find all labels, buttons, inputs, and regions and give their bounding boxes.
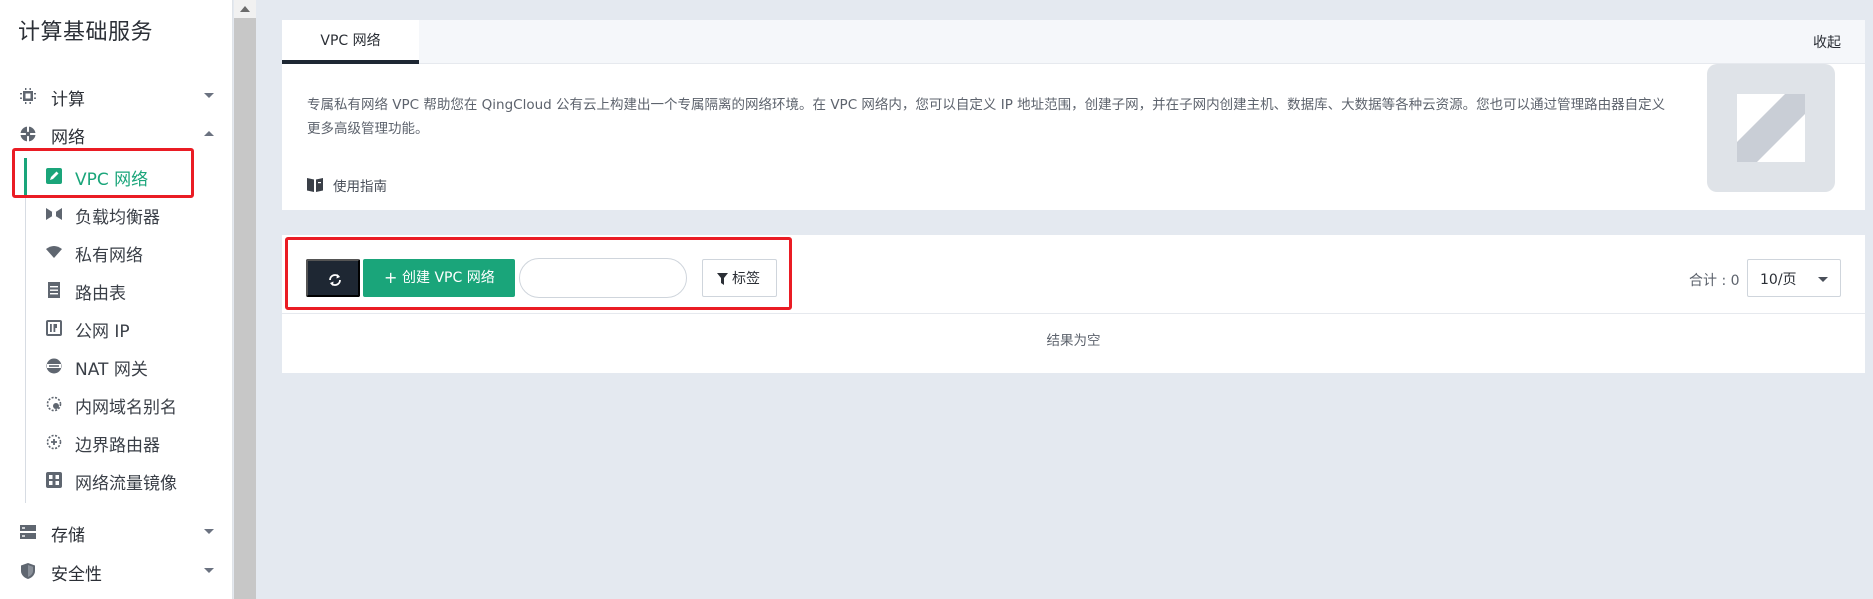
create-vpc-button[interactable]: + 创建 VPC 网络 — [363, 259, 515, 297]
sidebar-item-load-balancer[interactable]: 负载均衡器 — [26, 196, 226, 230]
network-icon — [20, 126, 36, 142]
sidebar-item-label: 路由表 — [75, 284, 126, 304]
wifi-icon — [46, 246, 62, 258]
sidebar-title: 计算基础服务 — [18, 20, 154, 45]
tab-vpc-network[interactable]: VPC 网络 — [282, 20, 419, 64]
sidebar-group-label: 安全性 — [51, 565, 102, 585]
vpc-pencil-icon — [46, 168, 62, 184]
chevron-up-icon — [204, 131, 214, 136]
search-input[interactable] — [519, 258, 687, 298]
sidebar-item-label: 内网域名别名 — [75, 398, 177, 418]
chevron-down-icon — [204, 568, 214, 573]
chevron-down-icon — [1818, 277, 1828, 282]
chevron-down-icon — [204, 93, 214, 98]
border-router-icon — [46, 434, 62, 450]
shield-icon — [21, 563, 35, 579]
vpc-list-card: + 创建 VPC 网络 标签 合计 : 0 10/页 结果为空 — [282, 235, 1865, 373]
sidebar-item-label: 公网 IP — [75, 322, 130, 342]
vpc-illustration — [1707, 64, 1835, 192]
toolbar-divider — [282, 313, 1865, 314]
refresh-icon — [329, 274, 341, 286]
cpu-icon — [20, 88, 36, 104]
sidebar-item-dns-alias[interactable]: 内网域名别名 — [26, 386, 226, 420]
ip-icon — [46, 320, 62, 336]
sidebar-item-nat-gateway[interactable]: NAT 网关 — [26, 348, 226, 382]
total-count: 合计 : 0 — [1689, 273, 1740, 289]
sidebar-item-label: 网络流量镜像 — [75, 474, 177, 494]
sidebar-scrollbar[interactable] — [234, 0, 256, 599]
page-size-value: 10/页 — [1760, 272, 1797, 288]
traffic-mirror-icon — [46, 472, 62, 488]
vpc-description: 专属私有网络 VPC 帮助您在 QingCloud 公有云上构建出一个专属隔离的… — [307, 97, 1666, 137]
book-icon — [307, 178, 323, 192]
sidebar-item-border-router[interactable]: 边界路由器 — [26, 424, 226, 458]
sidebar-group-network[interactable]: 网络 — [0, 116, 232, 150]
plus-icon: + — [384, 268, 398, 287]
scroll-up-arrow-icon[interactable] — [234, 0, 256, 18]
sidebar-item-route-table[interactable]: 路由表 — [26, 272, 226, 306]
storage-icon — [20, 525, 36, 539]
tag-filter-button[interactable]: 标签 — [702, 259, 777, 297]
sidebar-group-security[interactable]: 安全性 — [0, 553, 232, 587]
intro-tabbar: VPC 网络 收起 — [282, 20, 1865, 64]
vpc-intro-card: VPC 网络 收起 专属私有网络 VPC 帮助您在 QingCloud 公有云上… — [282, 20, 1865, 210]
collapse-link[interactable]: 收起 — [1813, 32, 1841, 52]
chevron-down-icon — [204, 529, 214, 534]
sidebar-item-label: 私有网络 — [75, 246, 143, 266]
sidebar-item-traffic-mirror[interactable]: 网络流量镜像 — [26, 462, 226, 496]
page-size-select[interactable]: 10/页 — [1747, 259, 1841, 297]
create-vpc-label: 创建 VPC 网络 — [402, 270, 495, 286]
user-guide-label: 使用指南 — [333, 179, 387, 195]
sidebar: 计算基础服务 计算 网络 VPC 网络 负载均衡器 私有网络 路由表 公网 IP… — [0, 0, 233, 599]
refresh-button[interactable] — [306, 259, 360, 297]
sidebar-item-public-ip[interactable]: 公网 IP — [26, 310, 226, 344]
sidebar-group-label: 计算 — [51, 90, 85, 110]
load-balancer-icon — [46, 208, 62, 220]
filter-icon — [717, 273, 728, 285]
vpc-illustration-graphic — [1737, 94, 1805, 162]
nat-gateway-icon — [46, 358, 62, 374]
sidebar-item-label: VPC 网络 — [75, 170, 149, 190]
sidebar-group-label: 存储 — [51, 526, 85, 546]
empty-result-text: 结果为空 — [1046, 333, 1101, 349]
sidebar-group-compute[interactable]: 计算 — [0, 78, 232, 112]
sidebar-item-label: NAT 网关 — [75, 360, 148, 380]
sidebar-item-vpc-network[interactable]: VPC 网络 — [26, 158, 226, 192]
sidebar-item-label: 边界路由器 — [75, 436, 160, 456]
sidebar-item-private-network[interactable]: 私有网络 — [26, 234, 226, 268]
tag-filter-label: 标签 — [732, 271, 760, 287]
route-table-icon — [48, 282, 60, 298]
dns-alias-icon — [46, 396, 62, 412]
sidebar-group-label: 网络 — [51, 128, 85, 148]
sidebar-item-label: 负载均衡器 — [75, 208, 160, 228]
sidebar-group-storage[interactable]: 存储 — [0, 514, 232, 548]
